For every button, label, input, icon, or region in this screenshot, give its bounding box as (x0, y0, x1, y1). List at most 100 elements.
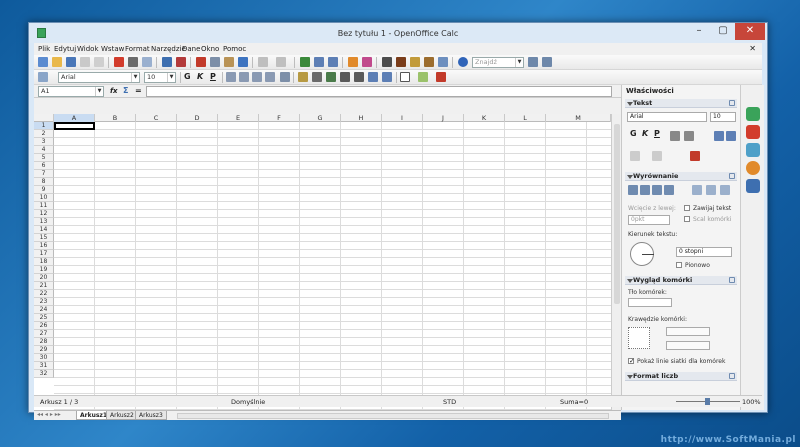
cell-area[interactable] (54, 122, 611, 410)
show-draw-functions-icon[interactable] (362, 57, 372, 67)
sidebar-bold-button[interactable]: G (630, 129, 637, 139)
column-header[interactable]: E (218, 114, 259, 122)
undo-icon[interactable] (258, 57, 268, 67)
underline-button[interactable]: P (210, 72, 216, 82)
paste-icon[interactable] (224, 57, 234, 67)
cell-background-picker[interactable] (628, 298, 672, 307)
function-icon[interactable]: = (135, 86, 142, 96)
sidebar-justify-icon[interactable] (664, 185, 674, 195)
align-right-icon[interactable] (252, 72, 262, 82)
selection-mode[interactable]: STD (443, 398, 456, 406)
row-header[interactable]: 8 (34, 178, 54, 186)
row-header[interactable]: 14 (34, 226, 54, 234)
vertical-scrollbar[interactable] (611, 114, 621, 410)
font-name-combo[interactable]: Arial ▼ (58, 72, 140, 83)
wrap-text-checkbox[interactable] (684, 205, 690, 211)
clone-format-icon[interactable] (238, 57, 248, 67)
standard-format-icon[interactable] (326, 72, 336, 82)
find-replace-icon[interactable] (382, 57, 392, 67)
menu-format[interactable]: Format (125, 45, 150, 53)
column-header[interactable]: M (546, 114, 611, 122)
properties-deck-icon[interactable] (746, 107, 760, 121)
maximize-button[interactable]: ▢ (711, 23, 735, 40)
menu-narzedzie[interactable]: Narzędzie (151, 45, 186, 53)
print-preview-icon[interactable] (142, 57, 152, 67)
sidebar-align-right-icon[interactable] (652, 185, 662, 195)
styles-formatting-icon[interactable] (38, 72, 48, 82)
horizontal-scrollbar[interactable] (177, 413, 609, 419)
column-header[interactable]: K (464, 114, 505, 122)
autospell-icon[interactable] (176, 57, 186, 67)
row-header[interactable]: 7 (34, 170, 54, 178)
gallery-icon[interactable] (410, 57, 420, 67)
more-options-icon[interactable] (729, 373, 735, 379)
spreadsheet-grid[interactable]: A B C D E F G H I J K L M 1 2 3 4 5 6 7 8 9 10 11 1… (34, 114, 621, 410)
page-style[interactable]: Domyślnie (231, 398, 265, 406)
function-wizard-icon[interactable]: fx (110, 86, 118, 96)
sidebar-font-combo[interactable]: Arial (627, 112, 707, 122)
export-pdf-icon[interactable] (114, 57, 124, 67)
tab-arkusz3[interactable]: Arkusz3 (135, 411, 167, 420)
show-gridlines-checkbox[interactable]: ✓ (628, 357, 635, 365)
merge-cells-icon[interactable] (280, 72, 290, 82)
select-all-corner[interactable] (34, 114, 54, 122)
highlight-icon[interactable] (630, 151, 640, 161)
find-next-icon[interactable] (528, 57, 538, 67)
section-alignment[interactable]: Wyrównanie (625, 172, 737, 181)
row-header[interactable]: 32 (34, 370, 54, 378)
column-header[interactable]: F (259, 114, 300, 122)
rotation-dial[interactable] (630, 242, 654, 266)
more-options-icon[interactable] (729, 173, 735, 179)
spellcheck-icon[interactable] (162, 57, 172, 67)
row-header[interactable]: 25 (34, 314, 54, 322)
gallery-deck-icon[interactable] (746, 143, 760, 157)
sort-descending-icon[interactable] (328, 57, 338, 67)
shrink-font-icon[interactable] (726, 131, 736, 141)
sidebar-underline-button[interactable]: P (654, 129, 660, 139)
row-header[interactable]: 4 (34, 146, 54, 154)
bold-button[interactable]: G (184, 72, 191, 82)
column-header[interactable]: G (300, 114, 341, 122)
row-header[interactable]: 3 (34, 138, 54, 146)
open-folder-icon[interactable] (52, 57, 62, 67)
currency-format-icon[interactable] (298, 72, 308, 82)
menu-plik[interactable]: Plik (38, 45, 50, 53)
row-header[interactable]: 19 (34, 266, 54, 274)
decrease-indent-icon[interactable] (368, 72, 378, 82)
row-header[interactable]: 29 (34, 346, 54, 354)
new-document-icon[interactable] (38, 57, 48, 67)
formula-input[interactable] (146, 86, 612, 97)
row-header[interactable]: 27 (34, 330, 54, 338)
align-middle-icon[interactable] (706, 185, 716, 195)
zoom-slider-handle[interactable] (705, 398, 710, 405)
border-color-picker[interactable] (666, 341, 710, 350)
save-icon[interactable] (66, 57, 76, 67)
row-header[interactable]: 18 (34, 258, 54, 266)
chevron-down-icon[interactable]: ▼ (95, 87, 103, 96)
section-cell-appearance[interactable]: Wygląd komórki (625, 276, 737, 285)
more-options-icon[interactable] (729, 100, 735, 106)
chevron-down-icon[interactable]: ▼ (131, 73, 139, 82)
document-close-icon[interactable]: ✕ (749, 44, 756, 53)
section-text[interactable]: Tekst (625, 99, 737, 108)
column-header[interactable]: H (341, 114, 382, 122)
navigator-icon[interactable] (396, 57, 406, 67)
zoom-level[interactable]: 100% (742, 398, 761, 406)
row-header[interactable]: 5 (34, 154, 54, 162)
character-spacing-icon[interactable] (652, 151, 662, 161)
column-header[interactable]: L (505, 114, 546, 122)
justify-icon[interactable] (265, 72, 275, 82)
mail-icon[interactable] (80, 57, 90, 67)
angle-combo[interactable]: 0 stopni (676, 247, 732, 257)
sum-icon[interactable]: Σ (123, 86, 128, 96)
background-color-icon[interactable] (418, 72, 428, 82)
row-header[interactable]: 21 (34, 282, 54, 290)
cell-borders-picker[interactable] (628, 327, 650, 349)
sidebar-align-left-icon[interactable] (628, 185, 638, 195)
row-header[interactable]: 26 (34, 322, 54, 330)
data-sources-icon[interactable] (424, 57, 434, 67)
find-previous-icon[interactable] (542, 57, 552, 67)
row-header[interactable]: 13 (34, 218, 54, 226)
sidebar-size-combo[interactable]: 10 (710, 112, 736, 122)
zoom-icon[interactable] (438, 57, 448, 67)
